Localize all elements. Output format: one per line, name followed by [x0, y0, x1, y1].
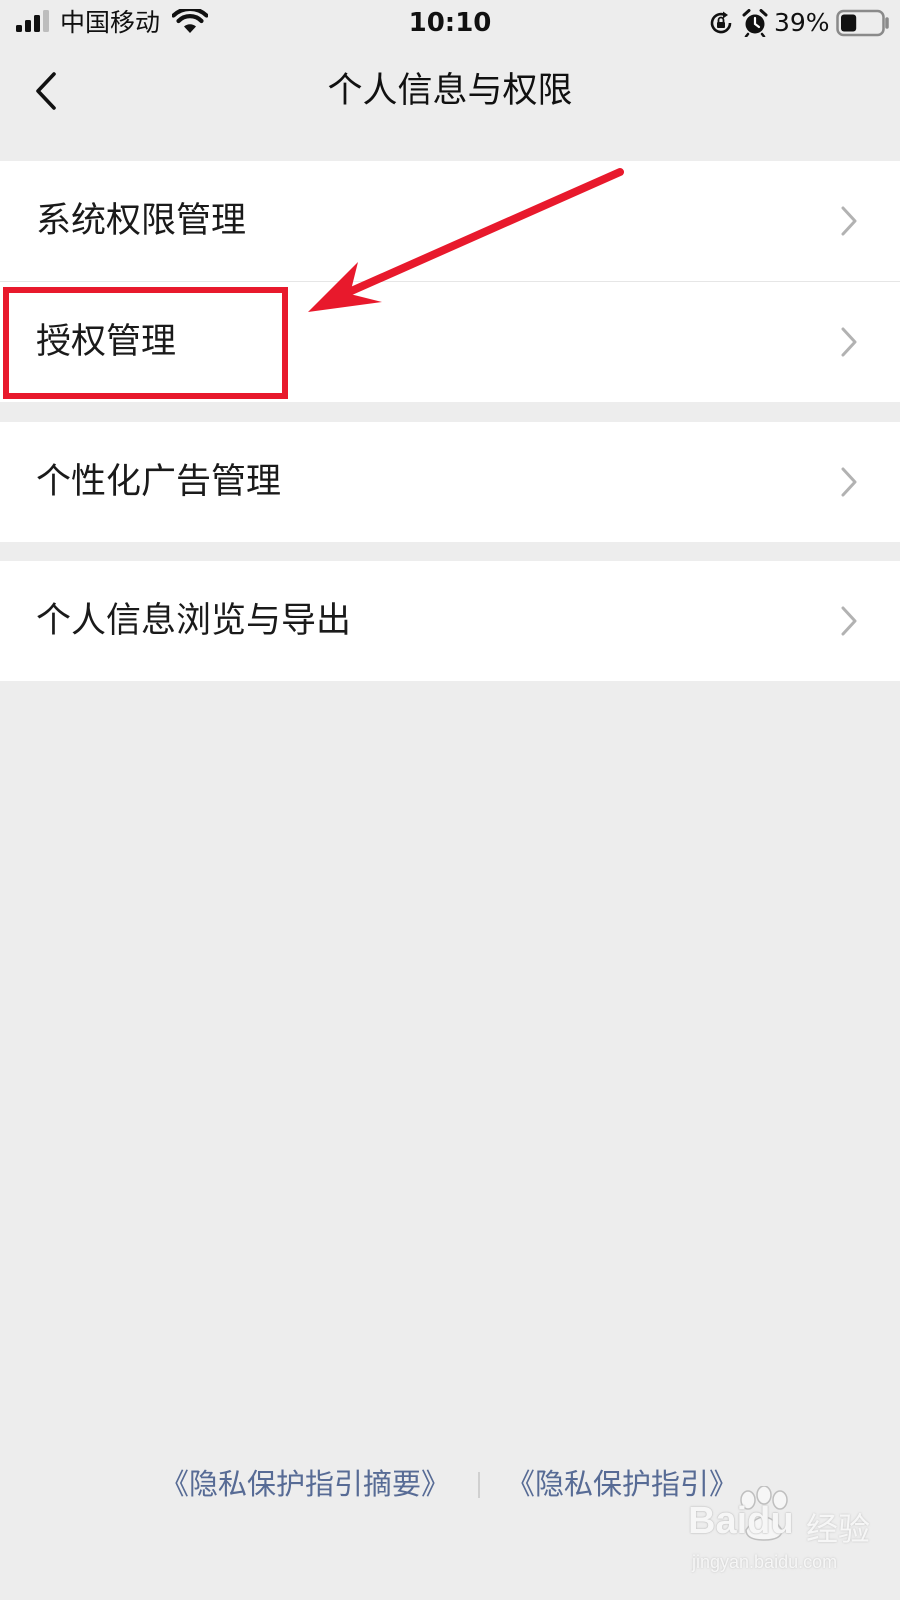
- privacy-summary-link[interactable]: 《隐私保护指引摘要》: [160, 1462, 450, 1506]
- authorization-management-row[interactable]: 授权管理: [0, 282, 900, 402]
- system-permissions-row[interactable]: 系统权限管理: [0, 161, 900, 282]
- chevron-right-icon: [841, 206, 857, 236]
- chevron-right-icon: [841, 606, 857, 636]
- personal-info-export-label: 个人信息浏览与导出: [36, 601, 352, 641]
- ads-group: 个性化广告管理: [0, 422, 900, 542]
- chevron-right-icon: [841, 467, 857, 497]
- rotation-lock-icon: [710, 11, 732, 34]
- baidu-watermark: Baidu 经验 jingyan.baidu.com: [688, 1486, 888, 1590]
- system-permissions-label: 系统权限管理: [36, 201, 247, 241]
- personalized-ads-row[interactable]: 个性化广告管理: [0, 422, 900, 542]
- personal-info-export-row[interactable]: 个人信息浏览与导出: [0, 561, 900, 681]
- status-bar: 中国移动 10:10 39%: [0, 0, 900, 46]
- battery-icon: [836, 9, 889, 37]
- personalized-ads-label: 个性化广告管理: [36, 462, 282, 502]
- alarm-icon: [742, 9, 768, 37]
- watermark-url: jingyan.baidu.com: [692, 1552, 838, 1572]
- chevron-right-icon: [841, 327, 857, 357]
- authorization-management-label: 授权管理: [36, 322, 177, 362]
- battery-percent: 39%: [774, 8, 830, 37]
- navigation-bar: 个人信息与权限: [0, 46, 900, 138]
- page-title: 个人信息与权限: [327, 71, 573, 111]
- footer-separator: [478, 1472, 480, 1498]
- watermark-brand: Baidu: [688, 1500, 794, 1542]
- export-group: 个人信息浏览与导出: [0, 561, 900, 681]
- watermark-sub: 经验: [806, 1510, 871, 1548]
- permissions-group: 系统权限管理 授权管理: [0, 161, 900, 402]
